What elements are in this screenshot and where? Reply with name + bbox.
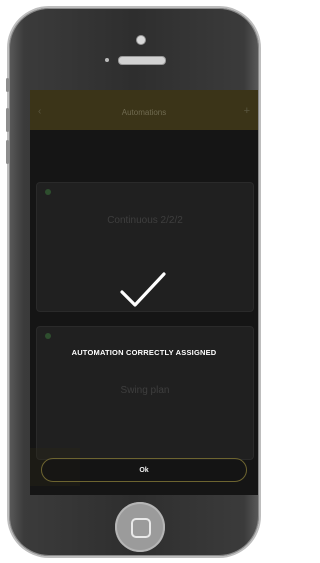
card-status [45,189,54,196]
silent-switch [6,78,9,92]
header-title: Automations [121,108,167,117]
home-square-icon [131,518,151,538]
sensor-dot [105,58,109,62]
card-title: Swing plan [120,385,170,396]
automation-card[interactable]: Swing plan [36,326,254,460]
card-title: Continuous 2/2/2 [107,215,183,226]
phone-screen: ‹ Automations + Continuous 2/2/2 Swing p… [30,90,258,495]
checkmark-icon [120,272,166,307]
status-dot-icon [45,333,51,339]
home-button[interactable] [115,502,165,552]
success-message: AUTOMATION CORRECTLY ASSIGNED [71,348,217,357]
ok-button[interactable]: Ok [41,458,247,482]
plus-icon[interactable]: + [244,105,250,117]
volume-up-button [6,108,9,132]
stats-summary [30,134,258,174]
earpiece-speaker [118,56,166,65]
front-camera [136,35,146,45]
volume-down-button [6,140,9,164]
ok-button-label: Ok [139,466,149,474]
card-status [45,333,54,340]
app-header: ‹ Automations + [30,90,258,130]
status-dot-icon [45,189,51,195]
